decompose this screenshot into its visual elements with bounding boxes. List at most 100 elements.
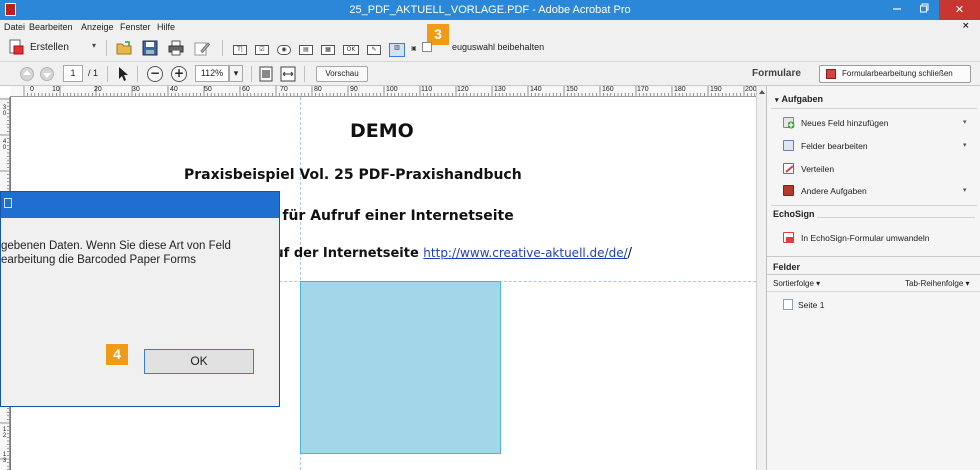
menu-fenster[interactable]: Fenster [120,22,151,32]
ruler-label: 170 [637,86,649,93]
menu-bearbeiten[interactable]: Bearbeiten [29,22,73,32]
tab-order-dropdown[interactable]: Tab-Reihenfolge ▾ [905,279,970,288]
page-tree-node[interactable]: Seite 1 [798,300,824,310]
chevron-down-icon: ▾ [233,68,239,78]
task-label: Verteilen [801,164,835,174]
step-badge-4: 4 [106,344,128,365]
text-field-icon[interactable]: T| [233,45,247,55]
ruler-label: 130 [494,86,506,93]
ruler-label: 100 [386,86,398,93]
chevron-down-icon[interactable]: ▾ [963,118,967,126]
close-form-editing-button[interactable]: Formularbearbeitung schließen [819,65,971,83]
close-window-button[interactable]: ✕ [939,0,980,20]
create-button-label: Erstellen [30,42,69,53]
document-heading: e für Aufruf einer Internetseite [268,208,514,224]
ok-button[interactable]: OK [144,349,254,374]
ruler-label: 200 [745,86,756,93]
echosign-icon [783,232,794,243]
ruler-label: 3 0 [2,105,7,117]
divider [767,274,980,275]
open-folder-icon[interactable] [116,40,132,56]
zoom-dropdown-button[interactable]: ▾ [229,65,243,82]
ruler-label: 20 [94,86,102,93]
divider [771,205,977,206]
preview-button[interactable]: Vorschau [316,66,368,82]
ruler-label: 40 [170,86,178,93]
maximize-button[interactable] [911,0,939,20]
ruler-label: 1 2 [2,427,7,439]
close-icon: ✕ [954,3,965,16]
dialog-message-line: earbeitung die Barcoded Paper Forms [1,254,196,266]
ruler-label: 4 0 [2,139,7,151]
document-subtitle: Praxisbeispiel Vol. 25 PDF-Praxishandbuc… [184,167,522,183]
barcode-tool-icon[interactable]: ▥ [389,43,405,57]
ruler-label: 70 [280,86,288,93]
menu-datei[interactable]: Datei [4,22,25,32]
radio-button-tool-icon[interactable]: ◉ [277,45,291,55]
dialog-window-icon [4,198,12,208]
restore-icon [920,3,929,13]
dialog-message: gebenen Daten. Wenn Sie diese Art von Fe… [1,239,231,267]
task-label: Felder bearbeiten [801,141,868,151]
link-line-prefix: ruf der Internetseite [268,246,424,261]
keep-tool-selected-label: euguswahl beibehalten [452,42,545,52]
internet-link[interactable]: http://www.creative-aktuell.de/de/ [423,246,627,260]
divider [767,256,980,257]
title-bar: 25_PDF_AKTUELL_VORLAGE.PDF - Adobe Acrob… [0,0,980,20]
ruler-label: 150 [566,86,578,93]
close-document-icon[interactable]: × [962,21,970,31]
sort-order-dropdown[interactable]: Sortierfolge ▾ [773,279,820,288]
list-box-tool-icon[interactable]: ▤ [299,45,313,55]
page-total-label: / 1 [88,68,99,78]
chevron-down-icon[interactable]: ▾ [963,186,967,194]
page-number-input[interactable]: 1 [63,65,83,82]
close-form-editing-label: Formularbearbeitung schließen [842,69,953,78]
ruler-label: 50 [204,86,212,93]
divider [771,108,977,109]
checkbox-tool-icon[interactable]: ☑ [255,45,269,55]
keep-tool-selected-checkbox[interactable] [422,42,432,52]
chevron-down-icon[interactable]: ▾ [963,141,967,149]
next-page-button[interactable] [40,67,54,81]
window-title: 25_PDF_AKTUELL_VORLAGE.PDF - Adobe Acrob… [349,4,631,16]
create-button[interactable]: Erstellen ▾ [8,39,104,57]
document-scrollbar[interactable] [756,86,766,470]
ruler-label: 60 [242,86,250,93]
menu-hilfe[interactable]: Hilfe [157,22,175,32]
distribute-icon [783,163,794,174]
barcode-form-field[interactable] [300,281,501,454]
link-line-suffix: / [627,246,633,261]
digital-signature-tool-icon[interactable]: ✎ [367,45,381,55]
horizontal-ruler: 0 10 20 30 40 50 60 70 80 90 100 110 120… [10,86,756,97]
menu-anzeige[interactable]: Anzeige [81,22,114,32]
tasks-section-header[interactable]: ▾ Aufgaben [775,94,980,104]
fit-page-icon[interactable] [258,66,274,82]
minimize-button[interactable] [883,0,911,20]
minimize-icon [893,8,901,10]
ruler-label: 90 [350,86,358,93]
document-title: DEMO [350,120,414,142]
task-label: Andere Aufgaben [801,186,867,196]
create-pdf-icon [9,39,24,55]
select-arrow-icon[interactable] [115,66,131,82]
toolbar-divider [137,66,138,82]
zoom-out-button[interactable]: − [147,66,163,82]
ruler-label: 140 [530,86,542,93]
zoom-level-input[interactable]: 112% [195,65,229,82]
fit-width-icon[interactable] [280,66,296,82]
zoom-in-button[interactable]: + [171,66,187,82]
previous-page-button[interactable] [20,67,34,81]
save-icon[interactable] [142,40,158,56]
menu-bar: Datei Bearbeiten Anzeige Fenster Hilfe × [0,20,980,34]
edit-pen-icon[interactable] [194,40,210,56]
arrow-up-icon [23,70,31,75]
toolbar-divider [106,40,107,56]
print-icon[interactable] [168,40,184,56]
ruler-label: 160 [602,86,614,93]
button-tool-icon[interactable]: OK [343,45,359,55]
ruler-label: 120 [457,86,469,93]
dropdown-tool-icon[interactable]: ▦ [321,45,335,55]
ruler-label: 10 [52,86,60,93]
chevron-down-icon: ▾ [92,41,97,50]
fields-section-header: Felder [773,262,801,272]
